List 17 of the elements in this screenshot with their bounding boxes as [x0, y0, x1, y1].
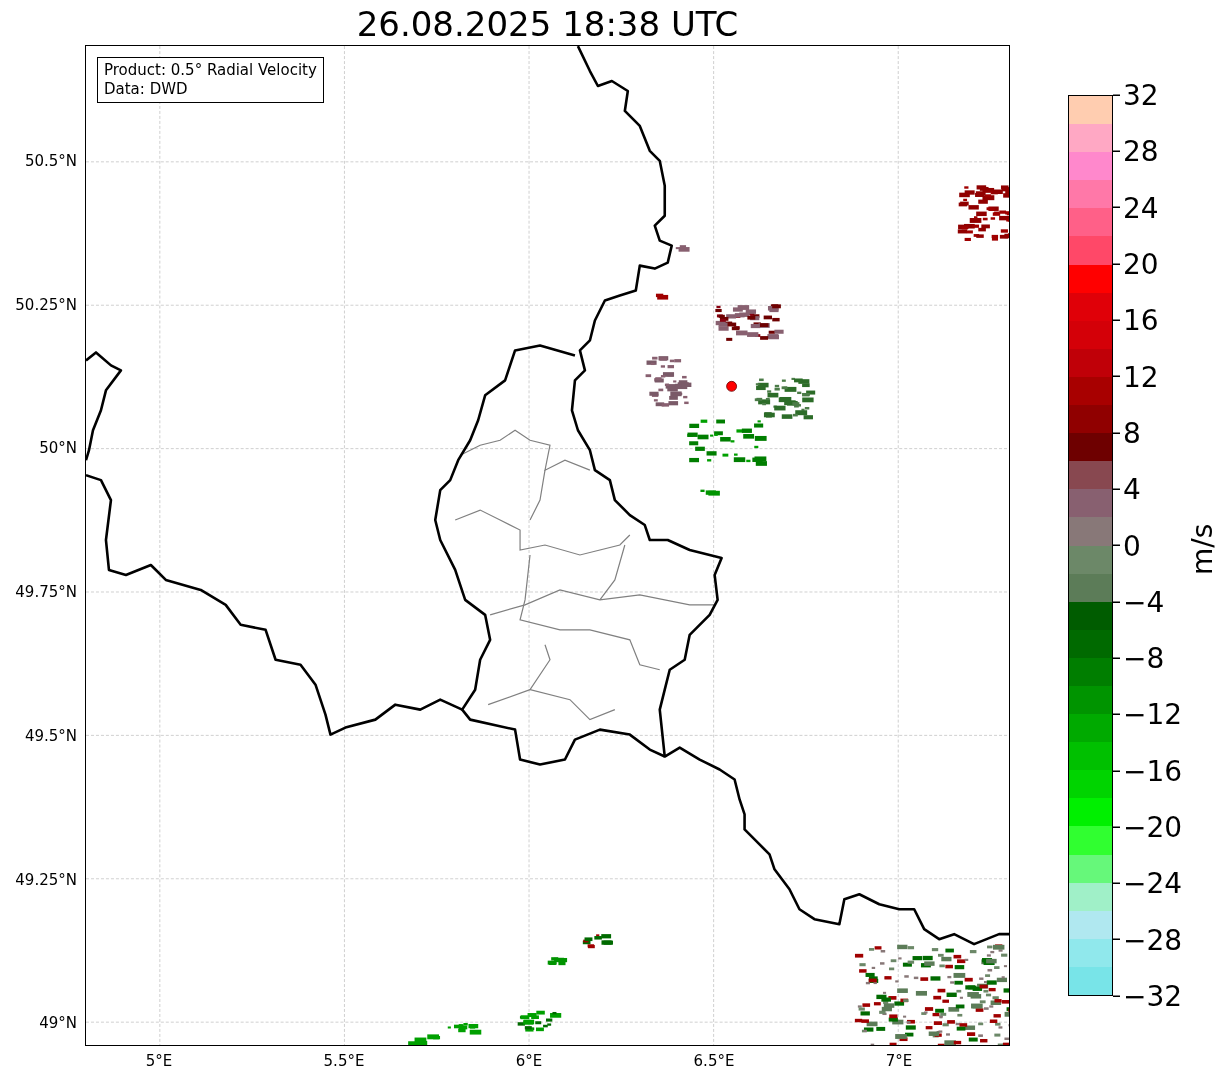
- longitude-label: 6.5°E: [693, 1052, 735, 1070]
- longitude-label: 7°E: [885, 1052, 913, 1070]
- longitude-label: 6°E: [515, 1052, 543, 1070]
- plot-title: 26.08.2025 18:38 UTC: [356, 3, 739, 45]
- latitude-label: 50°N: [39, 439, 77, 458]
- radar-site-marker: [726, 380, 737, 392]
- latitude-label: 50.25°N: [15, 295, 77, 314]
- longitude-label: 5.5°E: [323, 1052, 365, 1070]
- latitude-label: 50.5°N: [24, 152, 77, 170]
- info-text: Data: DWD: [104, 80, 189, 99]
- latitude-label: 49.75°N: [15, 583, 77, 602]
- colorbar-unit-label: m/s: [1186, 523, 1219, 575]
- latitude-label: 49.25°N: [15, 870, 77, 889]
- longitude-label: 5°E: [145, 1052, 173, 1070]
- info-text: Product: 0.5° Radial Velocity: [104, 61, 317, 80]
- latitude-label: 49.5°N: [24, 726, 77, 745]
- latitude-label: 49°N: [39, 1014, 77, 1033]
